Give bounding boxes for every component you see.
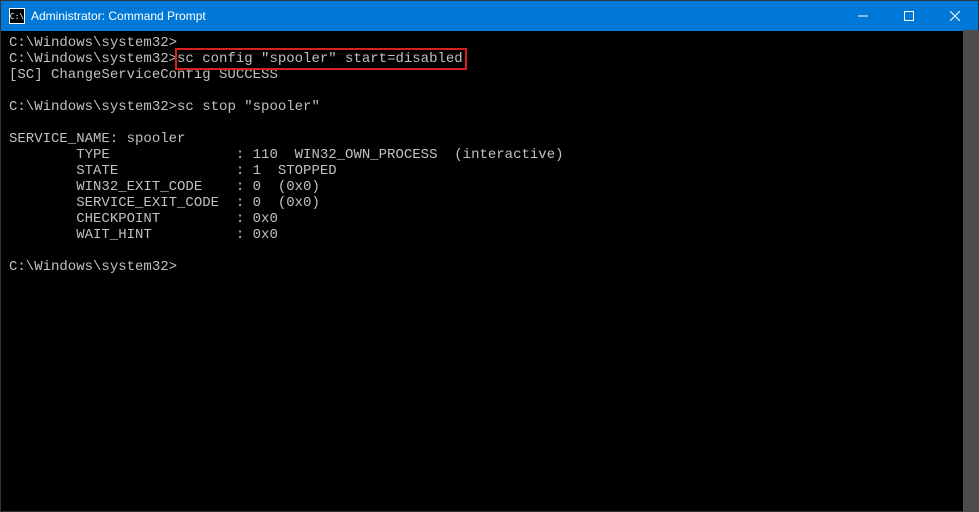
output-line: TYPE : 110 WIN32_OWN_PROCESS (interactiv…: [9, 147, 970, 163]
prompt: C:\Windows\system32>: [9, 51, 177, 67]
output-line: C:\Windows\system32>: [9, 35, 970, 51]
output-line: WIN32_EXIT_CODE : 0 (0x0): [9, 179, 970, 195]
minimize-button[interactable]: [840, 1, 886, 31]
output-line: CHECKPOINT : 0x0: [9, 211, 970, 227]
maximize-button[interactable]: [886, 1, 932, 31]
highlighted-command: sc config "spooler" start=disabled: [177, 51, 463, 67]
output-line: C:\Windows\system32>sc config "spooler" …: [9, 51, 970, 67]
output-line: SERVICE_NAME: spooler: [9, 131, 970, 147]
cmd-icon-text: C:\: [10, 12, 24, 21]
window-title: Administrator: Command Prompt: [31, 9, 840, 23]
command: sc stop "spooler": [177, 99, 320, 115]
output-line: STATE : 1 STOPPED: [9, 163, 970, 179]
maximize-icon: [904, 11, 914, 21]
output-line: [9, 83, 970, 99]
minimize-icon: [858, 11, 868, 21]
prompt: C:\Windows\system32>: [9, 259, 177, 275]
output-line: WAIT_HINT : 0x0: [9, 227, 970, 243]
cmd-icon: C:\: [9, 8, 25, 24]
output-line: C:\Windows\system32>: [9, 259, 970, 275]
prompt: C:\Windows\system32>: [9, 99, 177, 115]
output-line: [9, 115, 970, 131]
vertical-scrollbar[interactable]: [963, 30, 979, 512]
output-line: [SC] ChangeServiceConfig SUCCESS: [9, 67, 970, 83]
output-line: [9, 243, 970, 259]
cmd-window: C:\ Administrator: Command Prompt C:\Win…: [0, 0, 979, 512]
titlebar[interactable]: C:\ Administrator: Command Prompt: [1, 1, 978, 31]
output-line: C:\Windows\system32>sc stop "spooler": [9, 99, 970, 115]
output-line: SERVICE_EXIT_CODE : 0 (0x0): [9, 195, 970, 211]
window-controls: [840, 1, 978, 31]
scrollbar-thumb[interactable]: [963, 30, 979, 512]
close-icon: [950, 11, 960, 21]
terminal-output[interactable]: C:\Windows\system32>C:\Windows\system32>…: [1, 31, 978, 511]
close-button[interactable]: [932, 1, 978, 31]
prompt: C:\Windows\system32>: [9, 35, 177, 51]
